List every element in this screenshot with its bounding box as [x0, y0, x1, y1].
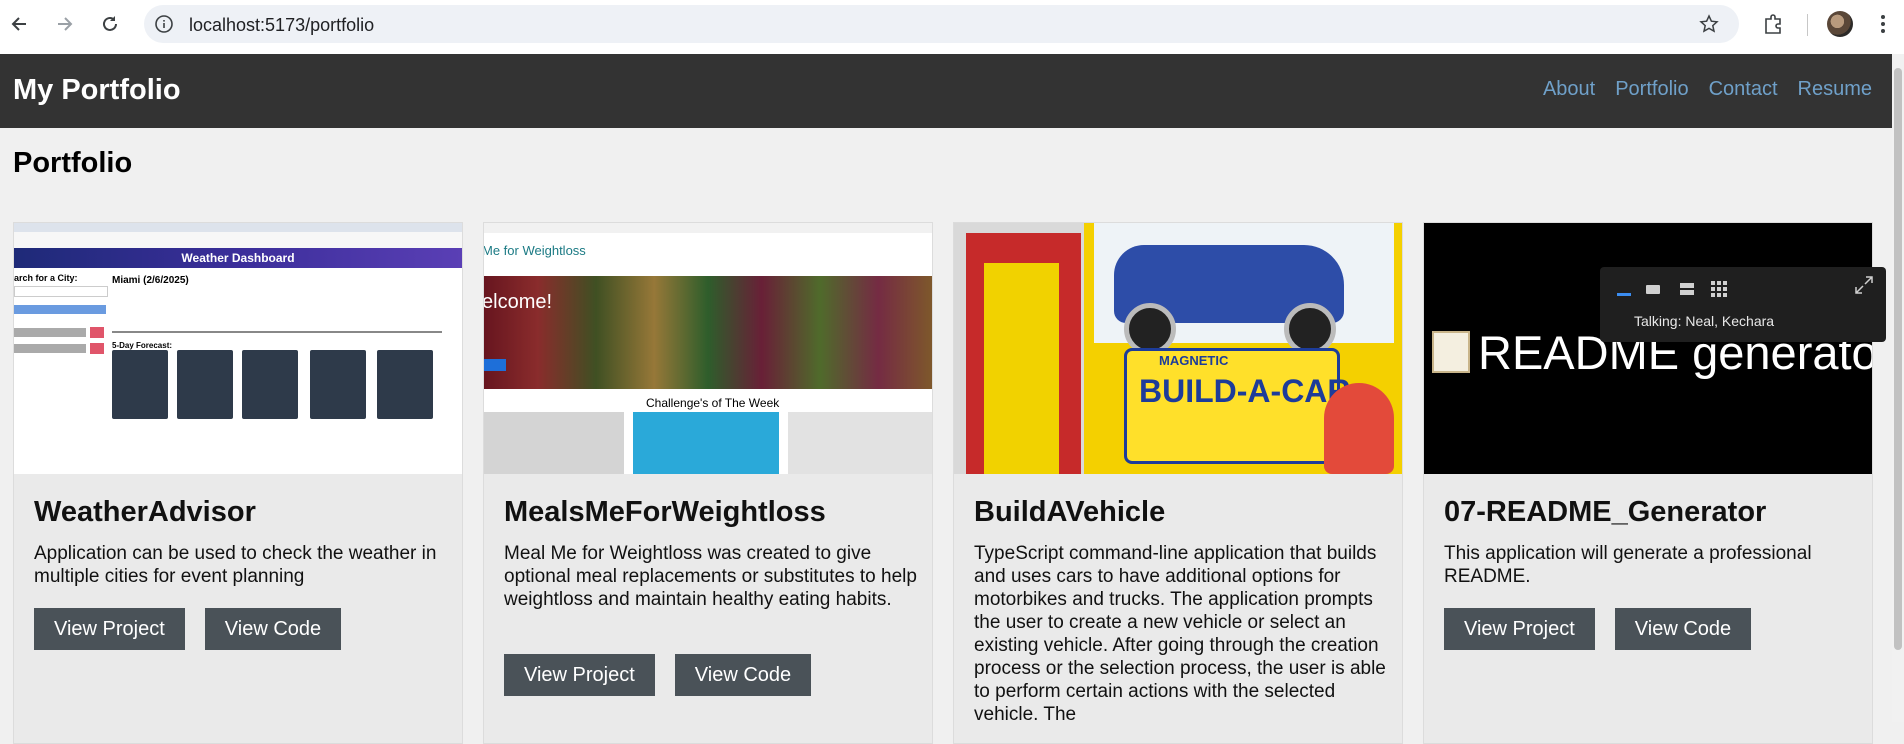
- thumb-forecast-day: [112, 350, 168, 419]
- layout-single-icon[interactable]: [1644, 280, 1662, 303]
- project-thumbnail: README generator: [1424, 223, 1872, 474]
- browser-menu-icon[interactable]: [1880, 13, 1886, 40]
- project-description: Application can be used to check the wea…: [34, 543, 437, 587]
- view-project-button[interactable]: View Project: [1444, 608, 1595, 650]
- thumb-history-item: [14, 328, 86, 337]
- url-text[interactable]: localhost:5173/portfolio: [189, 15, 374, 36]
- nav-link-portfolio[interactable]: Portfolio: [1615, 78, 1688, 101]
- project-card-weatheradvisor: Weather Dashboard arch for a City: Miami…: [13, 222, 463, 744]
- reload-icon[interactable]: [98, 12, 122, 36]
- thumb-delete-button: [90, 327, 104, 338]
- nav-link-about[interactable]: About: [1543, 78, 1595, 101]
- forward-arrow-icon[interactable]: [52, 12, 76, 36]
- thumb-box-panel: [984, 263, 1059, 474]
- project-card-mealsmeforweightloss: Me for Weightloss elcome! Challenge's of…: [483, 222, 933, 744]
- thumb-history-item: [14, 344, 86, 353]
- thumb-search-label: arch for a City:: [14, 273, 78, 283]
- thumb-challenge-heading: Challenge's of The Week: [646, 396, 780, 410]
- project-title: 07-README_Generator: [1444, 496, 1767, 528]
- project-thumbnail: Me for Weightloss elcome! Challenge's of…: [484, 223, 932, 474]
- thumb-challenge-image: [633, 412, 779, 474]
- site-header: My Portfolio About Portfolio Contact Res…: [0, 54, 1892, 128]
- view-code-button[interactable]: View Code: [674, 654, 812, 696]
- thumb-delete-button: [90, 343, 104, 354]
- profile-avatar[interactable]: [1827, 11, 1853, 37]
- layout-split-icon[interactable]: [1678, 280, 1696, 303]
- project-title: BuildAVehicle: [974, 496, 1166, 528]
- project-description: This application will generate a profess…: [1444, 543, 1812, 587]
- expand-icon[interactable]: [1854, 275, 1874, 300]
- project-actions: View Project View Code: [34, 608, 342, 650]
- project-thumbnail: MAGNETIC BUILD-A-CAR: [954, 223, 1402, 474]
- thumb-search-input: [14, 286, 108, 297]
- project-actions: View Project View Code: [1444, 608, 1752, 650]
- thumb-challenge-image: [484, 412, 624, 474]
- view-project-button[interactable]: View Project: [34, 608, 185, 650]
- thumb-forecast-day: [310, 350, 366, 419]
- thumb-logo: Me for Weightloss: [484, 243, 586, 258]
- thumb-challenge-image: [788, 412, 932, 474]
- view-code-button[interactable]: View Code: [204, 608, 342, 650]
- back-arrow-icon[interactable]: [8, 12, 32, 36]
- nav-link-contact[interactable]: Contact: [1709, 78, 1778, 101]
- site-nav: About Portfolio Contact Resume: [1543, 78, 1872, 101]
- thumb-address: [484, 223, 932, 233]
- thumb-forecast-day: [242, 350, 298, 419]
- site-info-icon[interactable]: [154, 14, 174, 39]
- layout-grid-icon[interactable]: [1710, 280, 1728, 303]
- thumb-tabs: [14, 223, 462, 232]
- site-brand[interactable]: My Portfolio: [13, 74, 181, 107]
- thumb-label-main: BUILD-A-CAR: [1139, 373, 1351, 409]
- memo-icon: [1432, 331, 1470, 373]
- project-thumbnail: Weather Dashboard arch for a City: Miami…: [14, 223, 462, 474]
- address-bar[interactable]: localhost:5173/portfolio: [144, 5, 1739, 43]
- extensions-puzzle-icon[interactable]: [1762, 13, 1784, 40]
- thumb-forecast-day: [177, 350, 233, 419]
- project-description: Meal Me for Weightloss was created to gi…: [504, 543, 917, 610]
- thumb-search-button: [14, 305, 106, 314]
- nav-link-resume[interactable]: Resume: [1798, 78, 1872, 101]
- thumb-divider: [112, 331, 442, 333]
- browser-toolbar: localhost:5173/portfolio: [0, 0, 1904, 55]
- toolbar-divider: [1807, 14, 1808, 36]
- talking-indicator: Talking: Neal, Kechara: [1634, 313, 1775, 329]
- project-card-buildavehicle: MAGNETIC BUILD-A-CAR BuildAVehicle TypeS…: [953, 222, 1403, 744]
- thumb-label-top: MAGNETIC: [1159, 353, 1229, 368]
- view-project-button[interactable]: View Project: [504, 654, 655, 696]
- thumb-city-heading: Miami (2/6/2025): [112, 275, 189, 286]
- view-code-button[interactable]: View Code: [1614, 608, 1752, 650]
- project-description: TypeScript command-line application that…: [974, 543, 1386, 725]
- project-title: WeatherAdvisor: [34, 496, 256, 528]
- thumb-header: Weather Dashboard: [14, 248, 462, 268]
- thumb-welcome: elcome!: [484, 291, 553, 313]
- project-actions: View Project View Code: [504, 654, 812, 696]
- thumb-forecast-day: [377, 350, 433, 419]
- page-title: Portfolio: [13, 147, 133, 179]
- thumb-address: [14, 232, 462, 248]
- thumb-forecast-label: 5-Day Forecast:: [112, 341, 173, 350]
- thumb-hero-button: [484, 359, 506, 371]
- project-title: MealsMeForWeightloss: [504, 496, 826, 528]
- scrollbar-thumb[interactable]: [1894, 68, 1902, 650]
- layout-speaker-icon[interactable]: [1615, 280, 1633, 303]
- meeting-overlay: Talking: Neal, Kechara: [1600, 267, 1886, 342]
- bookmark-star-icon[interactable]: [1699, 14, 1719, 39]
- page-scrollbar[interactable]: [1892, 54, 1904, 722]
- thumb-mascot: [1324, 383, 1394, 474]
